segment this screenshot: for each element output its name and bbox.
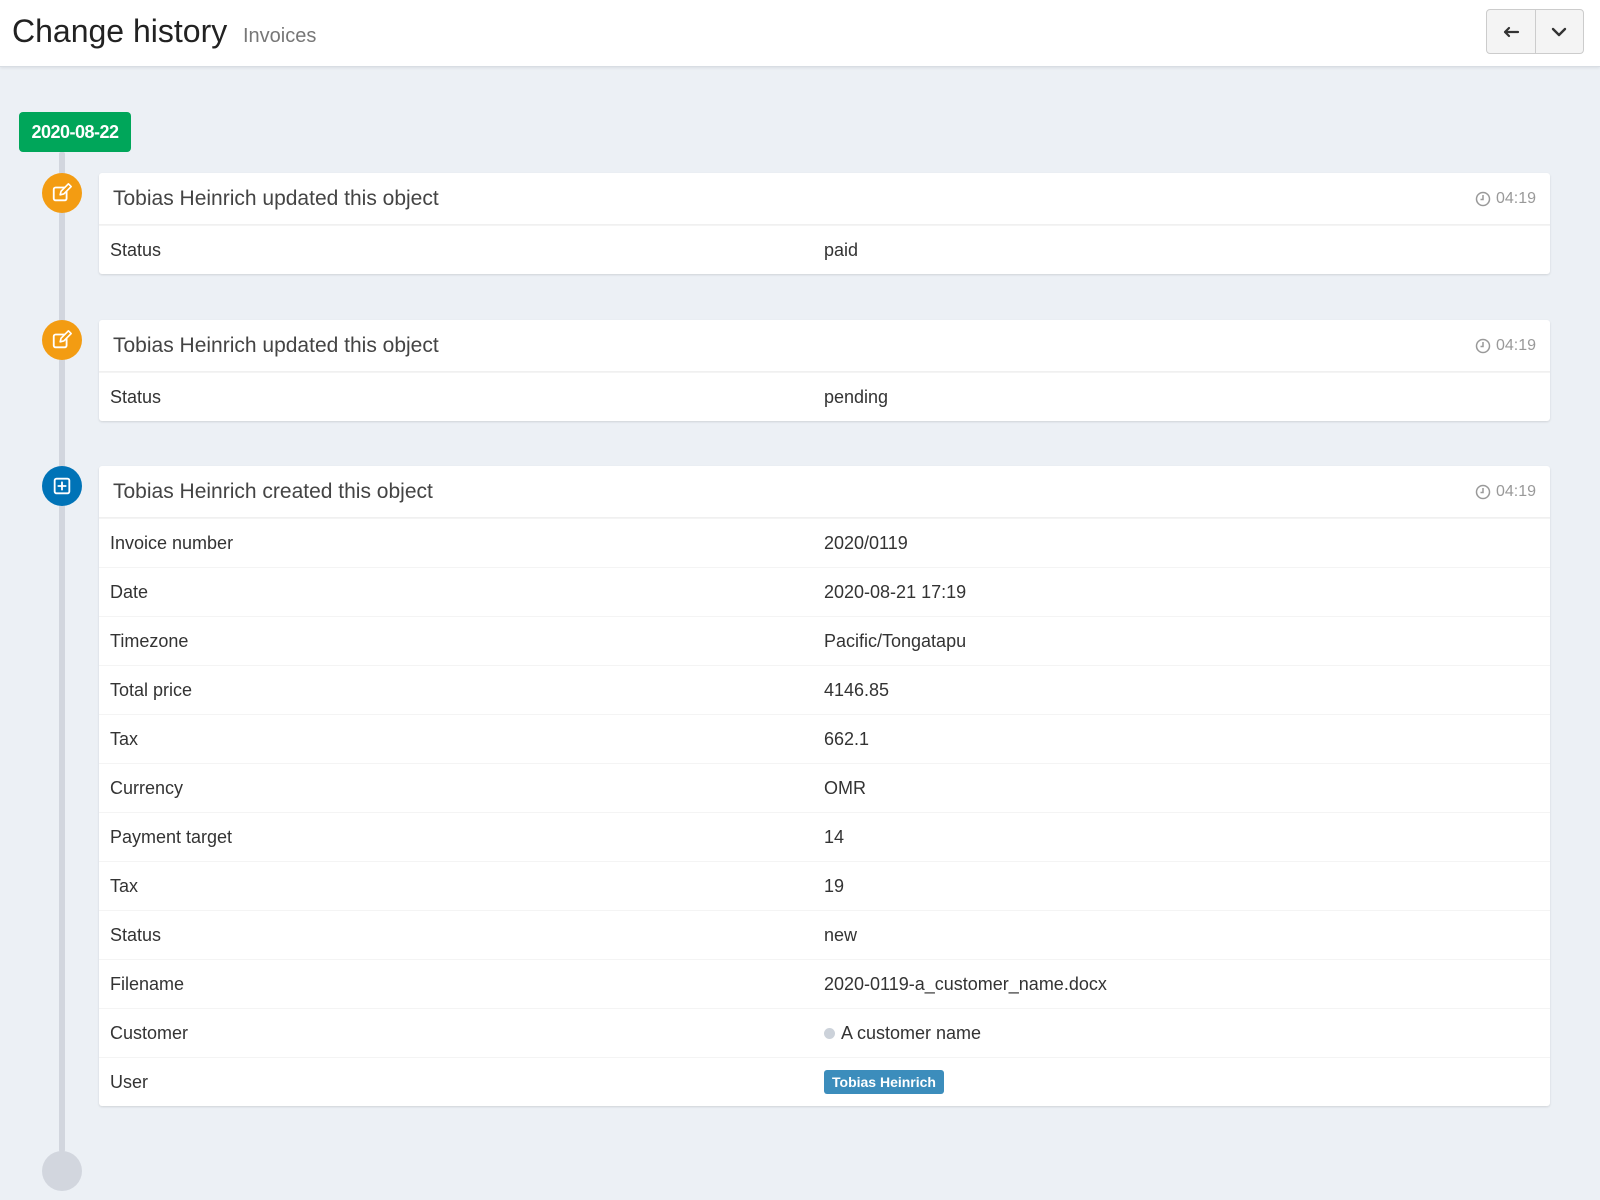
timeline-edit-marker <box>42 173 82 213</box>
change-row: Date 2020-08-21 17:19 <box>99 567 1550 616</box>
field-label: Currency <box>110 777 184 798</box>
field-value: 662.1 <box>824 728 870 749</box>
change-row: Status pending <box>99 372 1550 421</box>
entry-title: Tobias Heinrich updated this object <box>113 333 439 357</box>
change-row: Tax 19 <box>99 861 1550 910</box>
field-value: OMR <box>824 777 866 798</box>
user-badge[interactable]: Tobias Heinrich <box>824 1070 944 1094</box>
change-row: Status new <box>99 910 1550 959</box>
change-row: Invoice number 2020/0119 <box>99 518 1550 567</box>
timeline-line <box>59 152 65 1152</box>
field-value: new <box>824 924 858 945</box>
edit-icon <box>52 330 72 349</box>
field-label: Tax <box>110 875 139 896</box>
entry-title: Tobias Heinrich created this object <box>113 479 433 503</box>
change-row: Currency OMR <box>99 763 1550 812</box>
field-label: Status <box>110 924 162 945</box>
customer-link[interactable]: A customer name <box>841 1023 981 1044</box>
field-value: Tobias Heinrich <box>824 1070 1550 1094</box>
field-label: Date <box>110 581 149 602</box>
field-label: Payment target <box>110 826 233 847</box>
field-label: User <box>110 1071 149 1092</box>
entry-time: 04:19 <box>1475 190 1536 208</box>
menu-dropdown-button[interactable] <box>1534 10 1584 53</box>
field-label: Total price <box>110 679 193 700</box>
field-label: Filename <box>110 973 185 994</box>
field-label: Invoice number <box>110 532 234 553</box>
timeline-entry: Tobias Heinrich updated this object 04:1… <box>99 320 1550 421</box>
change-row: Filename 2020-0119-a_customer_name.docx <box>99 959 1550 1008</box>
clock-icon <box>1475 484 1491 499</box>
field-label: Customer <box>110 1022 189 1043</box>
clock-icon <box>1475 191 1491 206</box>
field-label: Status <box>110 239 162 260</box>
arrow-left-icon <box>1503 26 1519 37</box>
clock-icon <box>1475 338 1491 353</box>
field-value: Pacific/Tongatapu <box>824 630 967 651</box>
entry-time-text: 04:19 <box>1495 482 1536 500</box>
timeline-date-label: 2020-08-22 <box>19 112 131 152</box>
change-row: Timezone Pacific/Tongatapu <box>99 616 1550 665</box>
entry-time-text: 04:19 <box>1495 189 1536 207</box>
page-title: Change history <box>12 13 228 49</box>
timeline-create-marker <box>42 466 82 506</box>
change-row: Tax 662.1 <box>99 714 1550 763</box>
entry-time: 04:19 <box>1475 483 1536 501</box>
field-value: 2020-0119-a_customer_name.docx <box>824 973 1107 994</box>
timeline-edit-marker <box>42 320 82 360</box>
field-value: 2020/0119 <box>824 532 908 553</box>
timeline-entry: Tobias Heinrich created this object 04:1… <box>99 466 1550 1106</box>
field-value: 19 <box>824 875 845 896</box>
edit-icon <box>52 183 72 202</box>
change-row: Total price 4146.85 <box>99 665 1550 714</box>
chevron-down-icon <box>1552 27 1567 36</box>
entry-time-text: 04:19 <box>1495 336 1536 354</box>
entry-time: 04:19 <box>1475 337 1536 355</box>
timeline-entry: Tobias Heinrich updated this object 04:1… <box>99 173 1550 274</box>
field-value: paid <box>824 239 859 260</box>
page-header: Change history Invoices <box>0 0 1600 67</box>
field-value: 2020-08-21 17:19 <box>824 581 967 602</box>
page-subtitle: Invoices <box>243 25 317 47</box>
timeline-end-marker <box>42 1151 82 1191</box>
field-label: Tax <box>110 728 139 749</box>
change-row: User Tobias Heinrich <box>99 1057 1550 1106</box>
field-label: Timezone <box>110 630 189 651</box>
entry-header: Tobias Heinrich updated this object 04:1… <box>99 173 1550 225</box>
field-value: 14 <box>824 826 845 847</box>
field-value: 4146.85 <box>824 679 890 700</box>
header-button-group <box>1486 9 1584 54</box>
field-value: pending <box>824 386 889 407</box>
change-row: Customer A customer name <box>99 1008 1550 1057</box>
customer-status-dot <box>824 1027 835 1039</box>
field-value: A customer name <box>824 1023 1550 1044</box>
change-row: Status paid <box>99 225 1550 274</box>
change-row: Payment target 14 <box>99 812 1550 861</box>
plus-square-icon <box>53 477 71 495</box>
back-button[interactable] <box>1487 10 1535 53</box>
entry-header: Tobias Heinrich created this object 04:1… <box>99 466 1550 518</box>
entry-title: Tobias Heinrich updated this object <box>113 186 439 210</box>
field-label: Status <box>110 386 162 407</box>
entry-header: Tobias Heinrich updated this object 04:1… <box>99 320 1550 372</box>
